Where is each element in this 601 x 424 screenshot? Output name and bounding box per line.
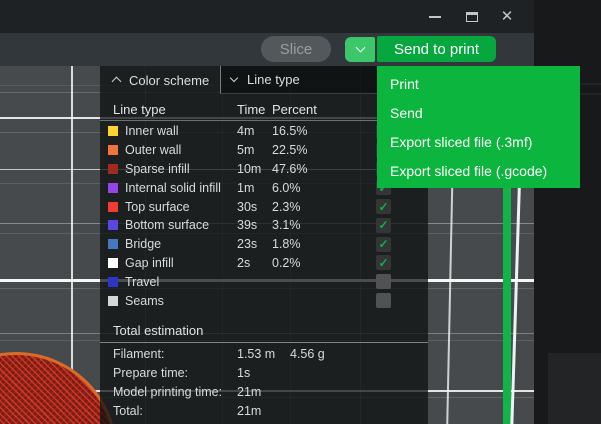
col-header-percent: Percent [272,102,317,117]
legend-row: Bridge 23s 1.8% ✓ [100,235,428,254]
legend-title: Color scheme [129,73,209,88]
line-type-time: 2s [237,256,250,270]
estimation-value: 21m [237,404,261,418]
line-type-label: Top surface [125,200,190,214]
line-type-color-swatch [108,296,118,306]
checkmark-icon: ✓ [378,257,388,269]
line-type-label: Bottom surface [125,218,209,232]
estimation-label: Model printing time: [113,385,222,399]
line-type-time: 1m [237,181,254,195]
chevron-down-icon [355,43,365,53]
estimation-value: 1s [237,366,250,380]
line-type-color-swatch [108,220,118,230]
line-type-label: Internal solid infill [125,181,221,195]
line-type-percent: 3.1% [272,218,301,232]
chevron-down-icon [230,74,238,82]
line-type-percent: 16.5% [272,124,307,138]
estimation-value: 21m [237,385,261,399]
legend-row: Gap infill 2s 0.2% ✓ [100,254,428,273]
line-type-color-swatch [108,126,118,136]
menu-item-send[interactable]: Send [377,98,580,127]
menu-item-export-sliced-file-3mf[interactable]: Export sliced file (.3mf) [377,127,580,156]
view-type-value: Line type [247,72,300,87]
line-type-label: Bridge [125,237,161,251]
send-options-arrow-button[interactable] [345,37,375,62]
line-type-label: Sparse infill [125,162,190,176]
line-type-checkbox[interactable]: ✓ [376,218,391,233]
minimize-button[interactable] [422,0,448,33]
line-type-label: Outer wall [125,143,181,157]
legend-row: Seams [100,291,428,310]
line-type-percent: 6.0% [272,181,301,195]
restore-icon [466,12,478,22]
estimation-row: Model printing time: 21m [100,382,428,401]
legend-row: Bottom surface 39s 3.1% ✓ [100,216,428,235]
estimation-label: Prepare time: [113,366,188,380]
close-icon: ✕ [501,9,514,24]
minimize-icon [429,16,441,18]
col-header-time: Time [237,102,265,117]
line-type-label: Travel [125,275,159,289]
close-button[interactable]: ✕ [494,0,520,33]
line-type-checkbox[interactable]: ✓ [376,237,391,252]
send-to-print-menu: PrintSendExport sliced file (.3mf)Export… [377,66,580,188]
estimation-label: Filament: [113,347,164,361]
estimation-label: Total: [113,404,143,418]
line-type-color-swatch [108,258,118,268]
line-type-time: 5m [237,143,254,157]
desktop-background [534,0,601,424]
divider [100,342,428,343]
send-to-print-button[interactable]: Send to print [377,36,496,62]
estimation-row: Prepare time: 1s [100,363,428,382]
line-type-percent: 22.5% [272,143,307,157]
line-type-label: Inner wall [125,124,179,138]
line-type-percent: 2.3% [272,200,301,214]
line-type-checkbox[interactable] [376,293,391,308]
total-estimation-title: Total estimation [113,323,203,338]
app-window: Color scheme Line type Line type Time Pe… [0,0,601,424]
col-header-line-type: Line type [113,102,166,117]
line-type-time: 4m [237,124,254,138]
legend-row: Travel [100,272,428,291]
line-type-label: Seams [125,294,164,308]
line-type-time: 30s [237,200,257,214]
line-type-color-swatch [108,145,118,155]
line-type-color-swatch [108,164,118,174]
line-type-checkbox[interactable]: ✓ [376,199,391,214]
line-type-time: 39s [237,218,257,232]
line-type-time: 10m [237,162,261,176]
estimation-row: Filament: 1.53 m 4.56 g [100,344,428,363]
menu-item-print[interactable]: Print [377,69,580,98]
line-type-percent: 47.6% [272,162,307,176]
line-type-color-swatch [108,239,118,249]
line-type-percent: 0.2% [272,256,301,270]
checkmark-icon: ✓ [378,219,388,231]
line-type-checkbox[interactable]: ✓ [376,255,391,270]
line-type-label: Gap infill [125,256,174,270]
line-type-checkbox[interactable] [376,274,391,289]
estimation-row: Total: 21m [100,401,428,420]
collapse-chevron-icon[interactable] [112,77,122,87]
slice-button[interactable]: Slice [261,36,331,62]
checkmark-icon: ✓ [378,201,388,213]
line-type-time: 23s [237,237,257,251]
menu-item-export-sliced-file-gcode[interactable]: Export sliced file (.gcode) [377,156,580,185]
line-type-color-swatch [108,202,118,212]
titlebar: ✕ [0,0,534,33]
legend-row: Top surface 30s 2.3% ✓ [100,197,428,216]
line-type-color-swatch [108,183,118,193]
line-type-percent: 1.8% [272,237,301,251]
maximize-button[interactable] [459,0,485,33]
estimation-rows: Filament: 1.53 m 4.56 g Prepare time: 1s Mode… [100,344,428,420]
desktop-background-block [548,353,601,424]
toolbar: Slice Send to print [0,33,534,66]
line-type-color-swatch [108,277,118,287]
checkmark-icon: ✓ [378,238,388,250]
estimation-value-2: 4.56 g [290,347,325,361]
estimation-value: 1.53 m [237,347,275,361]
